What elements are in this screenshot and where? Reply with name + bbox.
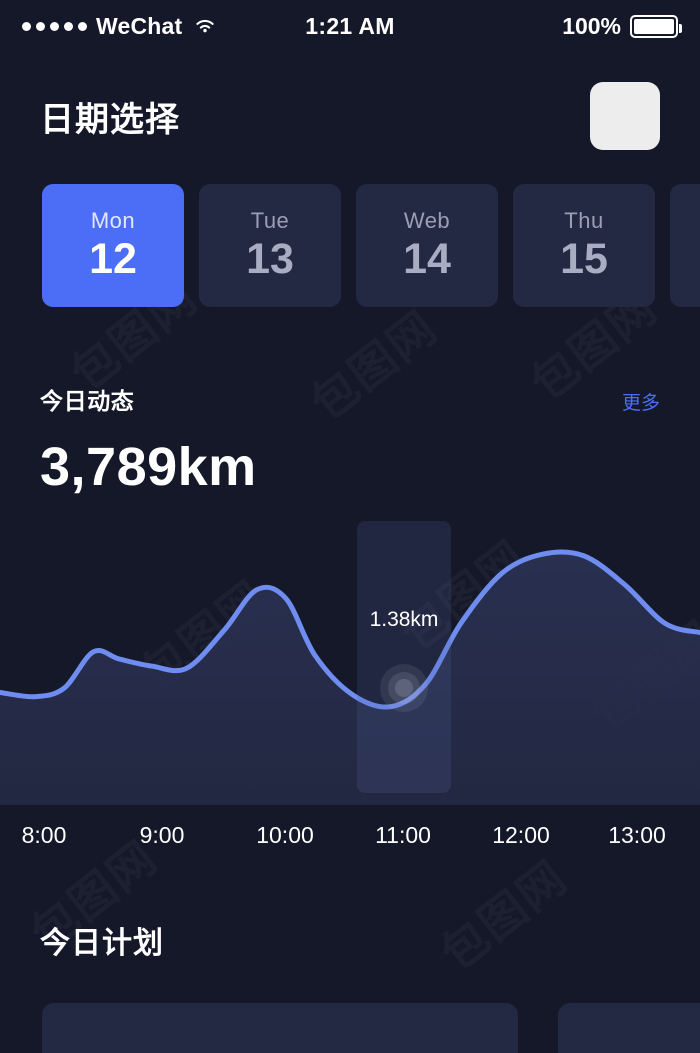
wifi-icon (196, 19, 215, 33)
carrier-label: WeChat (96, 12, 183, 39)
date-card-day: Mon (90, 208, 136, 234)
date-card-thu-15[interactable]: Thu 15 (513, 184, 655, 307)
battery-percent-label: 100% (562, 12, 622, 39)
date-card-day: Tue (250, 208, 290, 234)
date-card-tue-13[interactable]: Tue 13 (199, 184, 341, 307)
plan-section-title: 今日计划 (40, 927, 164, 960)
chart-highlight-band (357, 521, 451, 793)
x-tick-3: 11:00 (375, 822, 431, 848)
x-tick-1: 9:00 (139, 822, 185, 848)
status-bar: WeChat 1:21 AM 100% (0, 0, 700, 52)
date-card-number: 13 (246, 235, 294, 284)
signal-dots-icon (22, 21, 87, 31)
chart-highlight-value: 1.38km (369, 608, 439, 631)
date-card-number: 14 (403, 235, 451, 284)
x-tick-5: 13:00 (608, 822, 666, 848)
x-tick-2: 10:00 (256, 822, 314, 848)
plan-card-2[interactable] (558, 1003, 700, 1053)
chart-area-fill (0, 551, 700, 805)
plan-card-list (42, 1003, 700, 1053)
page-header: 日期选择 (0, 52, 700, 150)
activity-header: 今日动态 更多 (0, 382, 700, 416)
plan-card-1[interactable] (42, 1003, 518, 1053)
date-card-number: 15 (560, 235, 608, 284)
date-card-day: Thu (564, 208, 604, 234)
date-card-next-partial[interactable] (670, 184, 700, 307)
date-card-day: Web (403, 208, 451, 234)
activity-chart[interactable]: 1.38km (0, 520, 700, 805)
status-bar-left: WeChat (22, 13, 305, 40)
x-tick-4: 12:00 (492, 822, 550, 848)
status-bar-time: 1:21 AM (305, 12, 395, 39)
chart-line-svg (0, 549, 700, 805)
activity-label: 今日动态 (40, 388, 135, 414)
app-root: 包图网 包图网 包图网 包图网 包图网 包图网 包图网 包图网 WeChat 1… (0, 0, 700, 1053)
date-selector-strip[interactable]: Mon 12 Tue 13 Web 14 Thu 15 (0, 184, 700, 307)
watermark-text: 包图网 (425, 843, 579, 984)
x-tick-0: 8:00 (21, 822, 67, 848)
page-title: 日期选择 (40, 100, 180, 139)
battery-full-icon (630, 14, 683, 38)
status-bar-right: 100% (395, 12, 683, 40)
avatar[interactable] (590, 82, 660, 150)
chart-point-marker[interactable] (380, 664, 428, 712)
activity-value: 3,789km (40, 437, 257, 497)
date-card-mon-12[interactable]: Mon 12 (42, 184, 184, 307)
date-card-web-14[interactable]: Web 14 (356, 184, 498, 307)
activity-more-link[interactable]: 更多 (622, 388, 660, 415)
date-card-number: 12 (89, 235, 137, 284)
